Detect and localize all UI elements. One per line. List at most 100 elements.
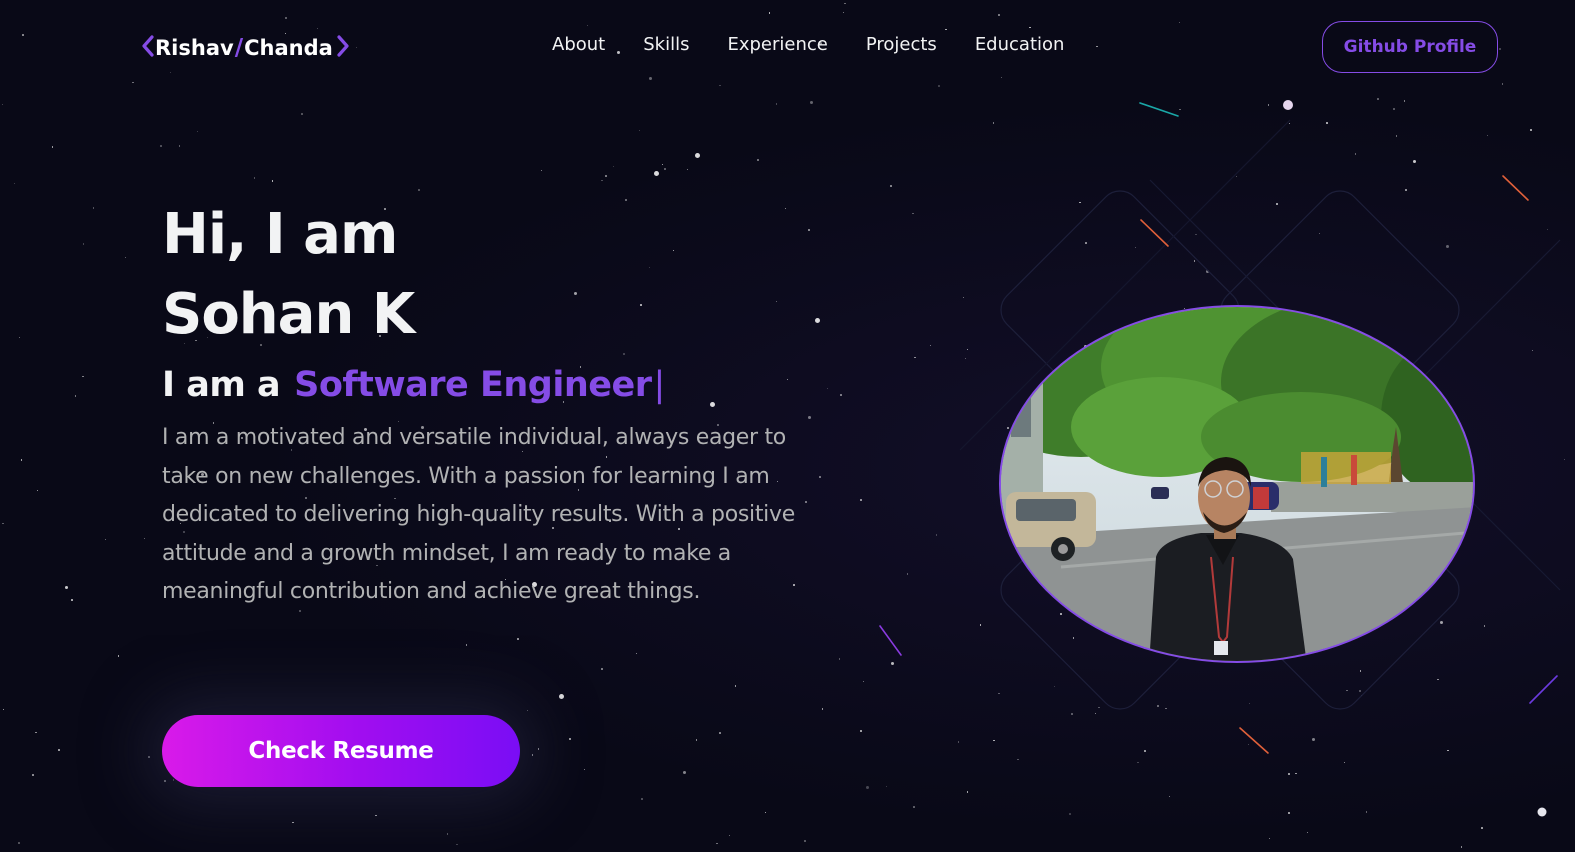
star: [1072, 637, 1074, 639]
star: [1205, 269, 1209, 273]
star: [912, 212, 914, 214]
star: [716, 842, 718, 845]
star: [862, 680, 864, 682]
hero-greeting: Hi, I am: [162, 202, 398, 267]
star: [456, 843, 459, 846]
nav-link-skills[interactable]: Skills: [643, 34, 689, 55]
star: [1486, 134, 1488, 137]
star: [1360, 695, 1362, 697]
navbar: Rishav / Chanda About Skills Experience …: [0, 0, 1575, 96]
star: [682, 771, 686, 775]
hero-role-line: I am a Software Engineer |: [162, 365, 832, 405]
star: [1095, 712, 1097, 714]
star: [124, 257, 126, 259]
star: [374, 814, 377, 817]
star: [1135, 246, 1137, 248]
portfolio-page: Rishav / Chanda About Skills Experience …: [0, 0, 1575, 852]
star: [32, 774, 35, 776]
star: [143, 537, 145, 539]
star: [118, 655, 120, 657]
nav-link-about[interactable]: About: [552, 34, 605, 55]
profile-photo: [999, 305, 1475, 663]
star: [2, 523, 4, 525]
star: [891, 662, 895, 666]
star: [860, 498, 862, 501]
star: [612, 165, 614, 168]
star: [301, 113, 304, 116]
star: [957, 741, 960, 743]
star: [1326, 121, 1329, 124]
typewriter-cursor: |: [653, 365, 666, 405]
hero-description: I am a motivated and versatile individua…: [162, 425, 795, 604]
star: [1288, 122, 1290, 124]
nav-link-projects[interactable]: Projects: [866, 34, 937, 55]
star: [52, 146, 54, 148]
star: [82, 375, 84, 378]
star: [804, 840, 807, 843]
star: [465, 644, 467, 646]
star: [1098, 706, 1100, 709]
star: [1377, 98, 1380, 101]
star: [71, 598, 74, 601]
star: [1531, 349, 1534, 351]
star: [821, 708, 823, 710]
star: [663, 168, 666, 171]
github-profile-button[interactable]: Github Profile: [1322, 21, 1498, 73]
star: [1235, 175, 1238, 178]
star: [1354, 152, 1357, 155]
check-resume-button[interactable]: Check Resume: [162, 715, 520, 787]
nav-link-education[interactable]: Education: [975, 34, 1065, 55]
logo-link[interactable]: Rishav / Chanda: [141, 32, 350, 64]
nav-links: About Skills Experience Projects Educati…: [552, 34, 1102, 55]
star: [1165, 707, 1167, 710]
star: [2, 708, 4, 710]
star: [641, 797, 644, 800]
star: [1193, 260, 1195, 262]
star: [776, 103, 778, 105]
star: [1179, 108, 1182, 111]
star: [734, 685, 737, 688]
nav-link-experience[interactable]: Experience: [727, 34, 827, 55]
star: [164, 779, 167, 782]
star: [964, 358, 967, 360]
star: [914, 357, 916, 359]
hero-text-section: Hi, I am Sohan K I am a Software Enginee…: [162, 195, 832, 612]
star: [253, 177, 256, 179]
star: [418, 188, 420, 191]
star: [517, 637, 519, 640]
star: [1460, 846, 1462, 848]
star: [1144, 750, 1147, 752]
star: [1481, 827, 1484, 830]
star: [19, 336, 21, 338]
star: [74, 395, 76, 397]
star: [1547, 229, 1549, 231]
star: [1295, 772, 1297, 774]
star: [1017, 758, 1019, 761]
star: [728, 835, 730, 837]
star: [1365, 811, 1368, 813]
star: [913, 806, 915, 809]
star: [1392, 108, 1395, 111]
star: [718, 731, 721, 734]
star: [1194, 233, 1197, 236]
star: [935, 534, 938, 537]
star: [839, 658, 841, 660]
star: [18, 842, 20, 845]
shooting-star: [1239, 727, 1269, 754]
star: [1396, 135, 1398, 137]
star: [173, 779, 175, 781]
shooting-star: [1502, 175, 1529, 201]
star: [963, 297, 965, 299]
star: [1069, 813, 1071, 815]
star: [1070, 713, 1073, 716]
logo-last-name: Chanda: [244, 36, 333, 60]
star: [1413, 159, 1417, 163]
star: [1007, 427, 1010, 429]
star: [998, 692, 1001, 695]
star: [604, 174, 607, 177]
star: [966, 348, 969, 351]
star: [1404, 100, 1406, 102]
star: [531, 754, 534, 757]
star: [654, 171, 659, 176]
star: [1288, 773, 1291, 776]
